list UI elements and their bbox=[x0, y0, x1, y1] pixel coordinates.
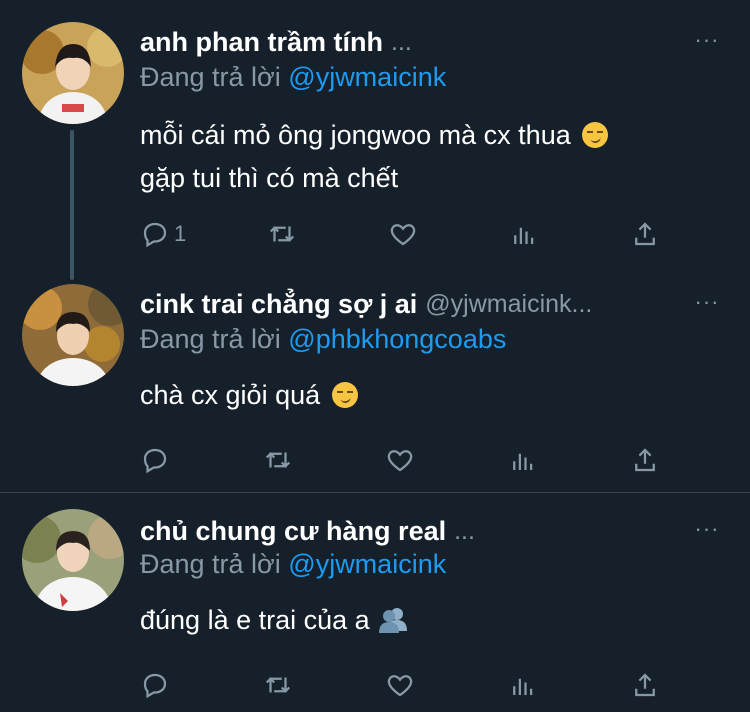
tweet-2[interactable]: cink trai chẳng sợ j ai @yjwmaicink... ·… bbox=[0, 270, 750, 492]
avatar[interactable] bbox=[22, 509, 124, 611]
heart-icon bbox=[390, 224, 416, 246]
action-bar bbox=[140, 667, 670, 703]
more-options-icon[interactable]: ··· bbox=[692, 518, 722, 540]
tweet-3[interactable]: chủ chung cư hàng real ... ··· Đang trả … bbox=[0, 493, 750, 712]
busts-in-silhouette-emoji-icon bbox=[379, 608, 408, 633]
retweet-button[interactable] bbox=[263, 667, 303, 703]
tweet-text-line: đúng là e trai của a bbox=[140, 605, 370, 635]
reply-button[interactable] bbox=[140, 667, 180, 703]
share-icon bbox=[635, 448, 655, 472]
smirking-face-emoji-icon bbox=[331, 382, 358, 408]
display-name[interactable]: cink trai chẳng sợ j ai bbox=[140, 289, 417, 320]
tweet-text-line: chà cx giỏi quá bbox=[140, 380, 321, 410]
mention-link[interactable]: @phbkhongcoabs bbox=[288, 324, 506, 354]
reply-icon bbox=[143, 222, 167, 248]
mention-link[interactable]: @yjwmaicink bbox=[288, 62, 446, 92]
tweet-text: mỗi cái mỏ ông jongwoo mà cx thua gặp tu… bbox=[140, 114, 710, 200]
avatar[interactable] bbox=[22, 284, 124, 386]
retweet-icon bbox=[265, 452, 290, 468]
analytics-icon bbox=[512, 453, 532, 470]
tweet-text-line: gặp tui thì có mà chết bbox=[140, 163, 399, 193]
retweet-icon bbox=[265, 677, 290, 693]
display-name[interactable]: anh phan trầm tính bbox=[140, 27, 383, 58]
reply-icon bbox=[143, 448, 167, 474]
heart-icon bbox=[387, 675, 413, 697]
heart-icon bbox=[387, 450, 413, 472]
reply-button[interactable]: 1 bbox=[140, 216, 186, 252]
share-button[interactable] bbox=[630, 442, 670, 478]
share-button[interactable] bbox=[630, 216, 670, 252]
tweet-text: chà cx giỏi quá bbox=[140, 374, 710, 417]
replying-to-label: Đang trả lời bbox=[140, 549, 281, 579]
mention-link[interactable]: @yjwmaicink bbox=[288, 549, 446, 579]
replying-to-label: Đang trả lời bbox=[140, 62, 281, 92]
retweet-icon bbox=[270, 226, 295, 242]
username-handle[interactable]: ... bbox=[391, 28, 412, 57]
reply-icon bbox=[143, 673, 167, 699]
retweet-button[interactable] bbox=[267, 216, 307, 252]
display-name[interactable]: chủ chung cư hàng real bbox=[140, 516, 446, 547]
replying-to: Đang trả lời @yjwmaicink bbox=[140, 62, 446, 93]
share-icon bbox=[635, 222, 655, 246]
like-button[interactable] bbox=[385, 442, 425, 478]
like-button[interactable] bbox=[385, 667, 425, 703]
more-options-icon[interactable]: ··· bbox=[692, 291, 722, 313]
reply-count: 1 bbox=[174, 221, 187, 246]
username-handle[interactable]: @yjwmaicink... bbox=[425, 290, 592, 319]
more-options-icon[interactable]: ··· bbox=[692, 29, 722, 51]
analytics-icon bbox=[514, 227, 534, 244]
retweet-button[interactable] bbox=[263, 442, 303, 478]
analytics-button[interactable] bbox=[508, 442, 548, 478]
reply-button[interactable] bbox=[140, 442, 180, 478]
username-handle[interactable]: ... bbox=[454, 517, 475, 546]
tweet-header: cink trai chẳng sợ j ai @yjwmaicink... bbox=[140, 286, 726, 322]
replying-to: Đang trả lời @yjwmaicink bbox=[140, 549, 446, 580]
tweet-header: anh phan trầm tính ... bbox=[140, 24, 726, 60]
analytics-button[interactable] bbox=[509, 216, 549, 252]
action-bar: 1 bbox=[140, 216, 670, 252]
like-button[interactable] bbox=[388, 216, 428, 252]
share-button[interactable] bbox=[630, 667, 670, 703]
thread-line bbox=[70, 130, 74, 280]
tweet-header: chủ chung cư hàng real ... bbox=[140, 513, 726, 549]
share-icon bbox=[635, 673, 655, 697]
smirking-face-emoji-icon bbox=[582, 122, 609, 148]
analytics-button[interactable] bbox=[508, 667, 548, 703]
action-bar bbox=[140, 442, 670, 478]
replying-to: Đang trả lời @phbkhongcoabs bbox=[140, 324, 506, 355]
tweet-text-line: mỗi cái mỏ ông jongwoo mà cx thua bbox=[140, 120, 571, 150]
analytics-icon bbox=[512, 678, 532, 695]
tweet-text: đúng là e trai của a bbox=[140, 599, 710, 642]
tweet-1[interactable]: anh phan trầm tính ... ··· Đang trả lời … bbox=[0, 0, 750, 280]
avatar[interactable] bbox=[22, 22, 124, 124]
replying-to-label: Đang trả lời bbox=[140, 324, 281, 354]
